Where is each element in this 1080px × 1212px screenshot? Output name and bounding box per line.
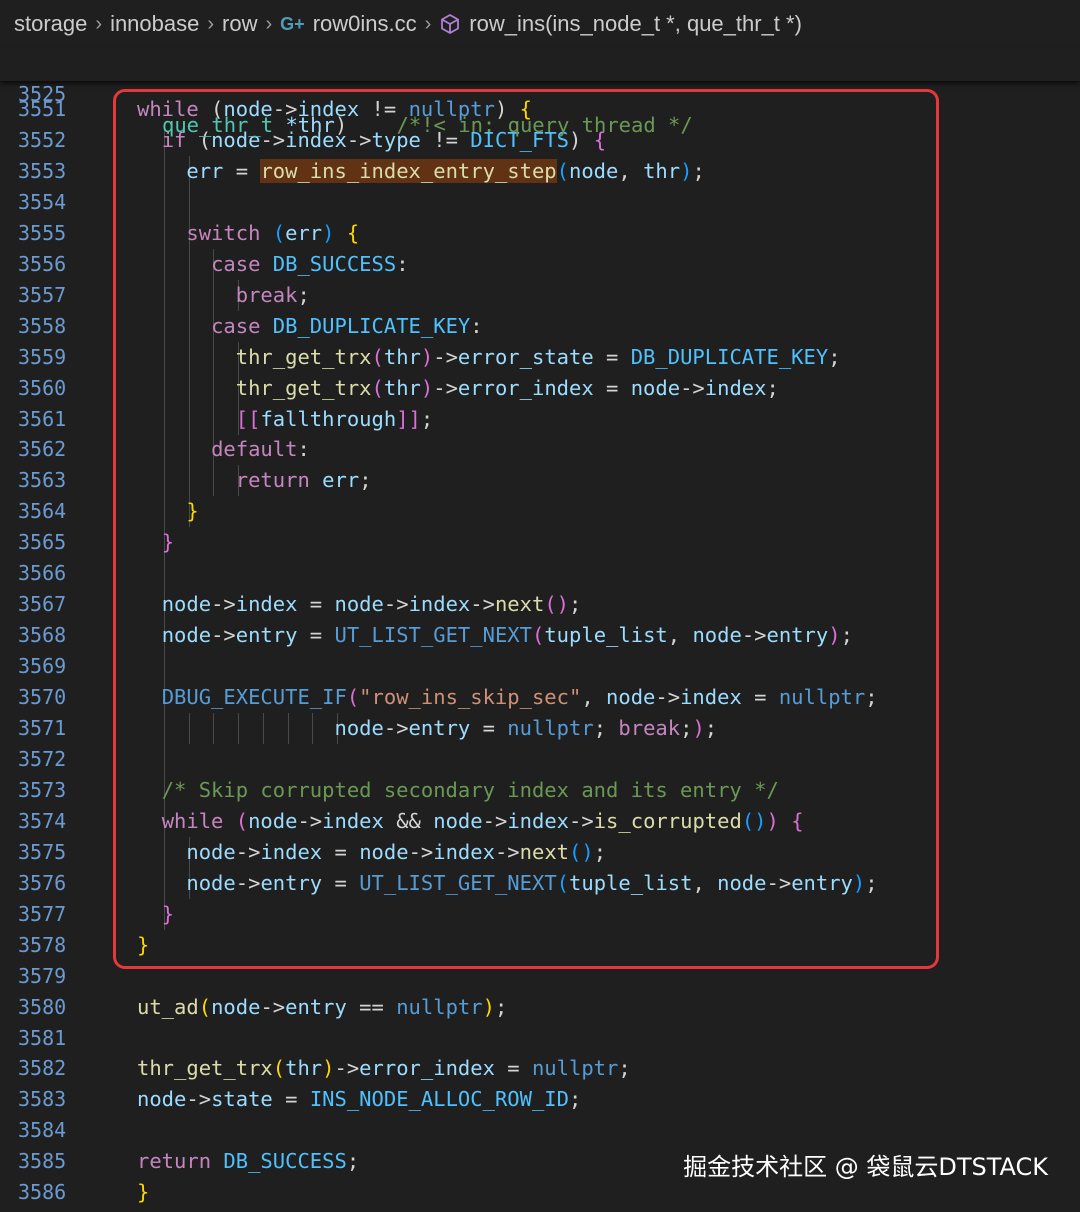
code-token: DB_SUCCESS [223,1149,347,1174]
code-token: ( [198,994,212,1019]
chevron-right-icon: › [265,12,273,35]
breadcrumb-item-file[interactable]: row0ins.cc [313,11,417,37]
line-number: 3570 [18,685,67,710]
line-number: 3580 [18,994,67,1019]
code-token: = [494,1056,532,1081]
code-text: } [137,1177,149,1208]
line-number: 3571 [18,716,67,740]
code-token: ; [618,1056,631,1081]
line-number: 3560 [18,375,67,400]
line-number: 3574 [18,808,67,833]
line-number: 3563 [18,468,67,493]
method-cube-icon [439,13,461,35]
breadcrumb-item-symbol[interactable]: row_ins(ins_node_t *, que_thr_t *) [469,11,802,37]
code-token: return [137,1149,212,1174]
code-token: nullptr [396,994,483,1019]
code-token: state [211,1087,273,1112]
line-number: 3559 [18,344,67,369]
code-token: ; [494,994,508,1019]
chevron-right-icon: › [207,12,215,35]
line-number: 3581 [18,1025,67,1050]
code-token: /*!< in: query thread */ [347,113,693,137]
line-number: 3584 [18,1118,67,1143]
code-text: que_thr_t *thr) /*!< in: query thread */ [162,110,693,141]
code-editor[interactable]: 3525 que_thr_t *thr) /*!< in: query thre… [0,48,1080,1212]
code-token: ) [334,113,348,137]
line-number: 3562 [18,437,67,462]
line-number: 3555 [18,220,67,245]
code-token: } [137,1180,150,1205]
code-token: ( [272,1056,286,1081]
breadcrumb-item-storage[interactable]: storage [14,11,87,37]
code-token: thr [285,1056,323,1081]
code-text: ut_ad(node->entry == nullptr); [137,992,507,1023]
sticky-scroll-line[interactable]: 3525 que_thr_t *thr) /*!< in: query thre… [0,48,1080,137]
code-token: nullptr [531,1056,619,1081]
code-token: -> [334,1056,360,1081]
code-token: node [211,994,261,1019]
line-number: 3566 [18,561,67,586]
highlight-box [113,89,939,969]
code-token: ; [569,1087,582,1112]
code-token: -> [260,994,286,1019]
line-number: 3525 [18,82,67,106]
line-number: 3578 [18,932,67,957]
code-token: ; [346,1149,360,1174]
line-number: 3582 [18,1056,67,1081]
code-line: 3525 que_thr_t *thr) /*!< in: query thre… [0,48,1080,137]
code-text: return DB_SUCCESS; [137,1146,359,1177]
cpp-file-icon: G+ [280,13,305,34]
chevron-right-icon: › [95,12,103,35]
line-number: 3554 [18,189,67,214]
line-number: 3568 [18,623,67,648]
code-token: error_index [359,1056,495,1081]
line-number: 3564 [18,499,67,524]
breadcrumb: storage › innobase › row › G+ row0ins.cc… [0,0,1080,48]
code-token: entry [285,994,347,1019]
code-token: node [137,1087,187,1112]
code-token: -> [186,1087,212,1112]
code-line[interactable]: 3580 ut_ad(node->entry == nullptr); [0,992,1080,1023]
breadcrumb-item-row[interactable]: row [222,11,257,37]
line-number: 3576 [18,870,67,895]
code-line[interactable]: 3582 thr_get_trx(thr)->error_index = null… [0,1053,1080,1084]
chevron-right-icon: › [424,12,432,35]
code-line[interactable]: 3583 node->state = INS_NODE_ALLOC_ROW_ID; [0,1084,1080,1115]
line-number: 3579 [18,963,67,988]
line-number: 3577 [18,901,67,926]
code-text: node->state = INS_NODE_ALLOC_ROW_ID; [137,1084,581,1115]
line-number: 3583 [18,1087,67,1112]
code-text: thr_get_trx(thr)->error_index = nullptr; [137,1053,631,1084]
line-number: 3558 [18,313,67,338]
code-token: thr_get_trx [137,1056,273,1081]
line-number: 3585 [18,1149,67,1174]
code-token: *thr [285,113,335,137]
line-number: 3561 [18,406,67,431]
code-line[interactable]: 3584 [0,1115,1080,1146]
code-line[interactable]: 3581 [0,1023,1080,1054]
line-number: 3572 [18,746,67,771]
line-number: 3586 [18,1180,67,1205]
code-token: == [346,994,397,1019]
code-token: que_thr_t [162,113,274,137]
code-token: = [272,1087,310,1112]
code-token: ) [322,1056,335,1081]
line-number: 3557 [18,282,67,307]
line-number: 3569 [18,654,67,679]
line-number: 3567 [18,592,67,617]
line-number: 3573 [18,777,67,802]
breadcrumb-item-innobase[interactable]: innobase [110,11,199,37]
line-number: 3556 [18,251,67,276]
line-number: 3565 [18,530,67,555]
line-number: 3575 [18,839,67,864]
code-token: INS_NODE_ALLOC_ROW_ID [309,1087,569,1112]
watermark-text: 掘金技术社区 @ 袋鼠云DTSTACK [683,1153,1048,1181]
code-token: ut_ad [137,994,199,1019]
code-token: ) [482,994,495,1019]
